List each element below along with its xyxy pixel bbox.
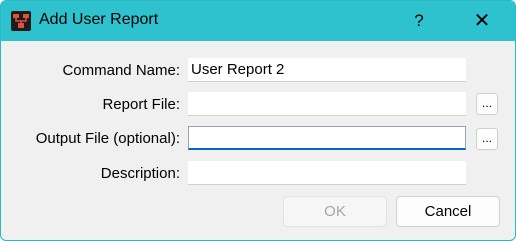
close-button[interactable]: ✕	[459, 3, 505, 39]
report-file-input[interactable]	[188, 92, 466, 116]
help-button[interactable]: ?	[397, 3, 441, 39]
report-file-browse-button[interactable]: ...	[476, 93, 498, 115]
description-input[interactable]	[188, 161, 466, 185]
title-bar[interactable]: Add User Report ? ✕	[1, 1, 515, 41]
command-name-label: Command Name:	[62, 62, 180, 79]
report-app-icon	[11, 11, 31, 31]
output-file-label: Output File (optional):	[35, 130, 180, 147]
output-file-input[interactable]	[188, 126, 466, 150]
ok-button[interactable]: OK	[283, 196, 387, 227]
output-file-browse-button[interactable]: ...	[476, 128, 498, 150]
add-user-report-dialog: Add User Report ? ✕ Command Name: Report…	[0, 0, 516, 241]
dialog-title: Add User Report	[39, 11, 159, 28]
command-name-input[interactable]	[188, 58, 466, 82]
description-label: Description:	[100, 165, 180, 182]
cancel-button[interactable]: Cancel	[396, 196, 500, 227]
report-file-label: Report File:	[102, 96, 180, 113]
